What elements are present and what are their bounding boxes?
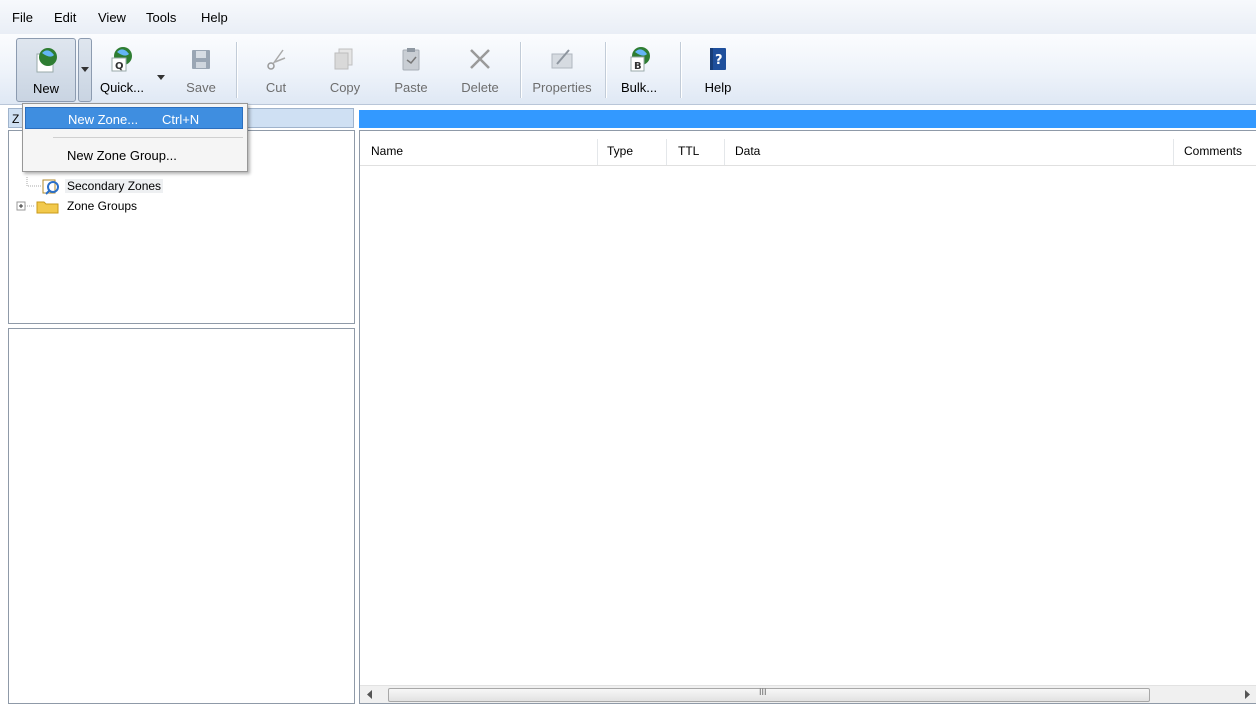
new-dropdown-arrow[interactable] — [78, 38, 92, 102]
column-divider[interactable] — [1173, 139, 1174, 165]
save-icon — [192, 50, 210, 69]
paste-icon — [402, 48, 420, 71]
delete-button-label: Delete — [461, 80, 499, 95]
tree-item-label: Zone Groups — [67, 199, 138, 213]
secondary-zone-icon — [26, 177, 59, 195]
column-divider[interactable] — [724, 139, 725, 165]
properties-button[interactable]: Properties — [526, 38, 598, 100]
list-column-header: Name Type TTL Data Comments — [360, 139, 1256, 166]
records-list: Name Type TTL Data Comments III — [359, 130, 1256, 704]
svg-text:Q: Q — [115, 61, 124, 72]
menu-item-shortcut: Ctrl+N — [162, 112, 200, 127]
copy-button[interactable]: Copy — [324, 38, 366, 100]
menu-file[interactable]: File — [6, 8, 39, 27]
folder-icon — [16, 201, 59, 214]
save-button[interactable]: Save — [178, 38, 224, 100]
new-button[interactable]: New — [16, 38, 76, 102]
help-button[interactable]: ? Help — [696, 38, 740, 100]
new-dropdown-menu: New Zone... Ctrl+N New Zone Group... — [22, 103, 248, 172]
new-zone-icon — [36, 48, 57, 73]
menu-item-label: New Zone Group... — [67, 148, 177, 163]
quick-button[interactable]: Q Quick... — [92, 38, 152, 100]
menu-bar: File Edit View Tools Help — [0, 0, 1256, 35]
quick-button-label: Quick... — [99, 80, 145, 95]
column-data[interactable]: Data — [735, 144, 760, 158]
menu-help[interactable]: Help — [195, 8, 234, 27]
cut-button[interactable]: Cut — [256, 38, 296, 100]
quick-dropdown-arrow[interactable] — [157, 75, 165, 80]
chevron-down-icon — [81, 67, 89, 72]
menu-item-label: New Zone... — [68, 112, 139, 127]
svg-text:?: ? — [715, 53, 723, 68]
toolbar-separator — [680, 42, 682, 98]
menu-edit[interactable]: Edit — [48, 8, 82, 27]
scroll-left-icon[interactable] — [366, 690, 374, 699]
scrollbar-thumb[interactable]: III — [388, 687, 1150, 702]
zones-panel-title: Z — [12, 112, 20, 126]
copy-button-label: Copy — [329, 80, 361, 95]
properties-icon — [551, 49, 573, 69]
cut-button-label: Cut — [265, 80, 287, 95]
scroll-right-icon[interactable] — [1244, 690, 1252, 699]
scissors-icon — [267, 49, 286, 70]
new-button-label: New — [32, 81, 59, 96]
records-panel-header — [359, 110, 1256, 128]
save-button-label: Save — [186, 80, 216, 95]
menu-tools[interactable]: Tools — [140, 8, 182, 27]
column-ttl[interactable]: TTL — [678, 144, 699, 158]
toolbar: New Q Quick... Save Cut Copy Paste Delet… — [0, 34, 1256, 105]
help-button-label: Help — [704, 80, 732, 95]
delete-button[interactable]: Delete — [455, 38, 505, 100]
column-comments[interactable]: Comments — [1184, 144, 1242, 158]
help-book-icon: ? — [710, 48, 726, 70]
svg-text:B: B — [634, 61, 642, 72]
bulk-button[interactable]: B Bulk... — [612, 38, 666, 100]
delete-x-icon — [470, 49, 490, 69]
tree-item-label: Secondary Zones — [65, 179, 164, 193]
menu-separator — [53, 137, 243, 138]
paste-button[interactable]: Paste — [389, 38, 433, 100]
quick-icon: Q — [111, 47, 132, 72]
toolbar-separator — [236, 42, 238, 98]
horizontal-scrollbar[interactable]: III — [360, 685, 1256, 703]
paste-button-label: Paste — [394, 80, 428, 95]
scroll-grip: III — [759, 687, 767, 697]
column-name[interactable]: Name — [371, 144, 403, 158]
copy-icon — [334, 48, 353, 70]
column-divider[interactable] — [666, 139, 667, 165]
bulk-button-label: Bulk... — [620, 80, 658, 95]
column-divider[interactable] — [597, 139, 598, 165]
toolbar-separator — [605, 42, 607, 98]
details-panel — [8, 328, 355, 704]
menu-item-new-zone[interactable]: New Zone... Ctrl+N — [25, 107, 243, 129]
toolbar-separator — [520, 42, 522, 98]
menu-view[interactable]: View — [92, 8, 132, 27]
menu-item-new-zone-group[interactable]: New Zone Group... — [25, 144, 243, 166]
properties-button-label: Properties — [532, 80, 592, 95]
column-type[interactable]: Type — [607, 144, 633, 158]
bulk-icon: B — [630, 47, 650, 72]
